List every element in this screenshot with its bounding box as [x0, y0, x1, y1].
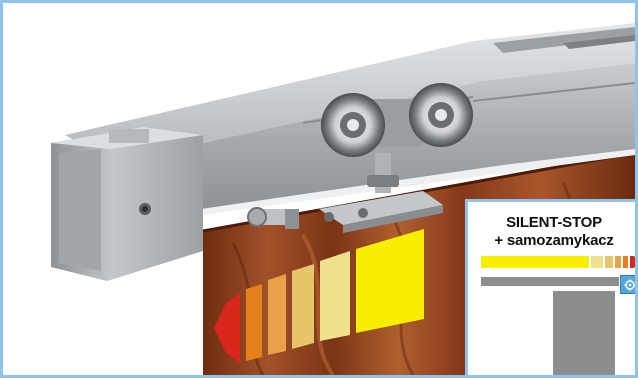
mini-door-diagram [553, 291, 615, 375]
settings-button[interactable] [620, 275, 635, 294]
legend-segment-tan [605, 256, 613, 268]
feature-title: SILENT-STOP [506, 214, 602, 231]
gear-icon [624, 279, 635, 290]
mini-rail-diagram [481, 277, 619, 286]
legend-segment-yellow [481, 256, 589, 268]
legend-segment-orange [623, 256, 628, 268]
rail-end-cap [51, 127, 203, 281]
legend-segment-pale [591, 256, 603, 268]
product-image-frame: SILENT-STOP + samozamykacz [0, 0, 638, 378]
feature-subtitle: + samozamykacz [494, 232, 614, 249]
legend-segment-light-orange [615, 256, 621, 268]
soft-close-legend-bar [481, 256, 635, 268]
feature-badge: SILENT-STOP + samozamykacz [465, 199, 635, 375]
arrow-right-icon [630, 256, 635, 268]
